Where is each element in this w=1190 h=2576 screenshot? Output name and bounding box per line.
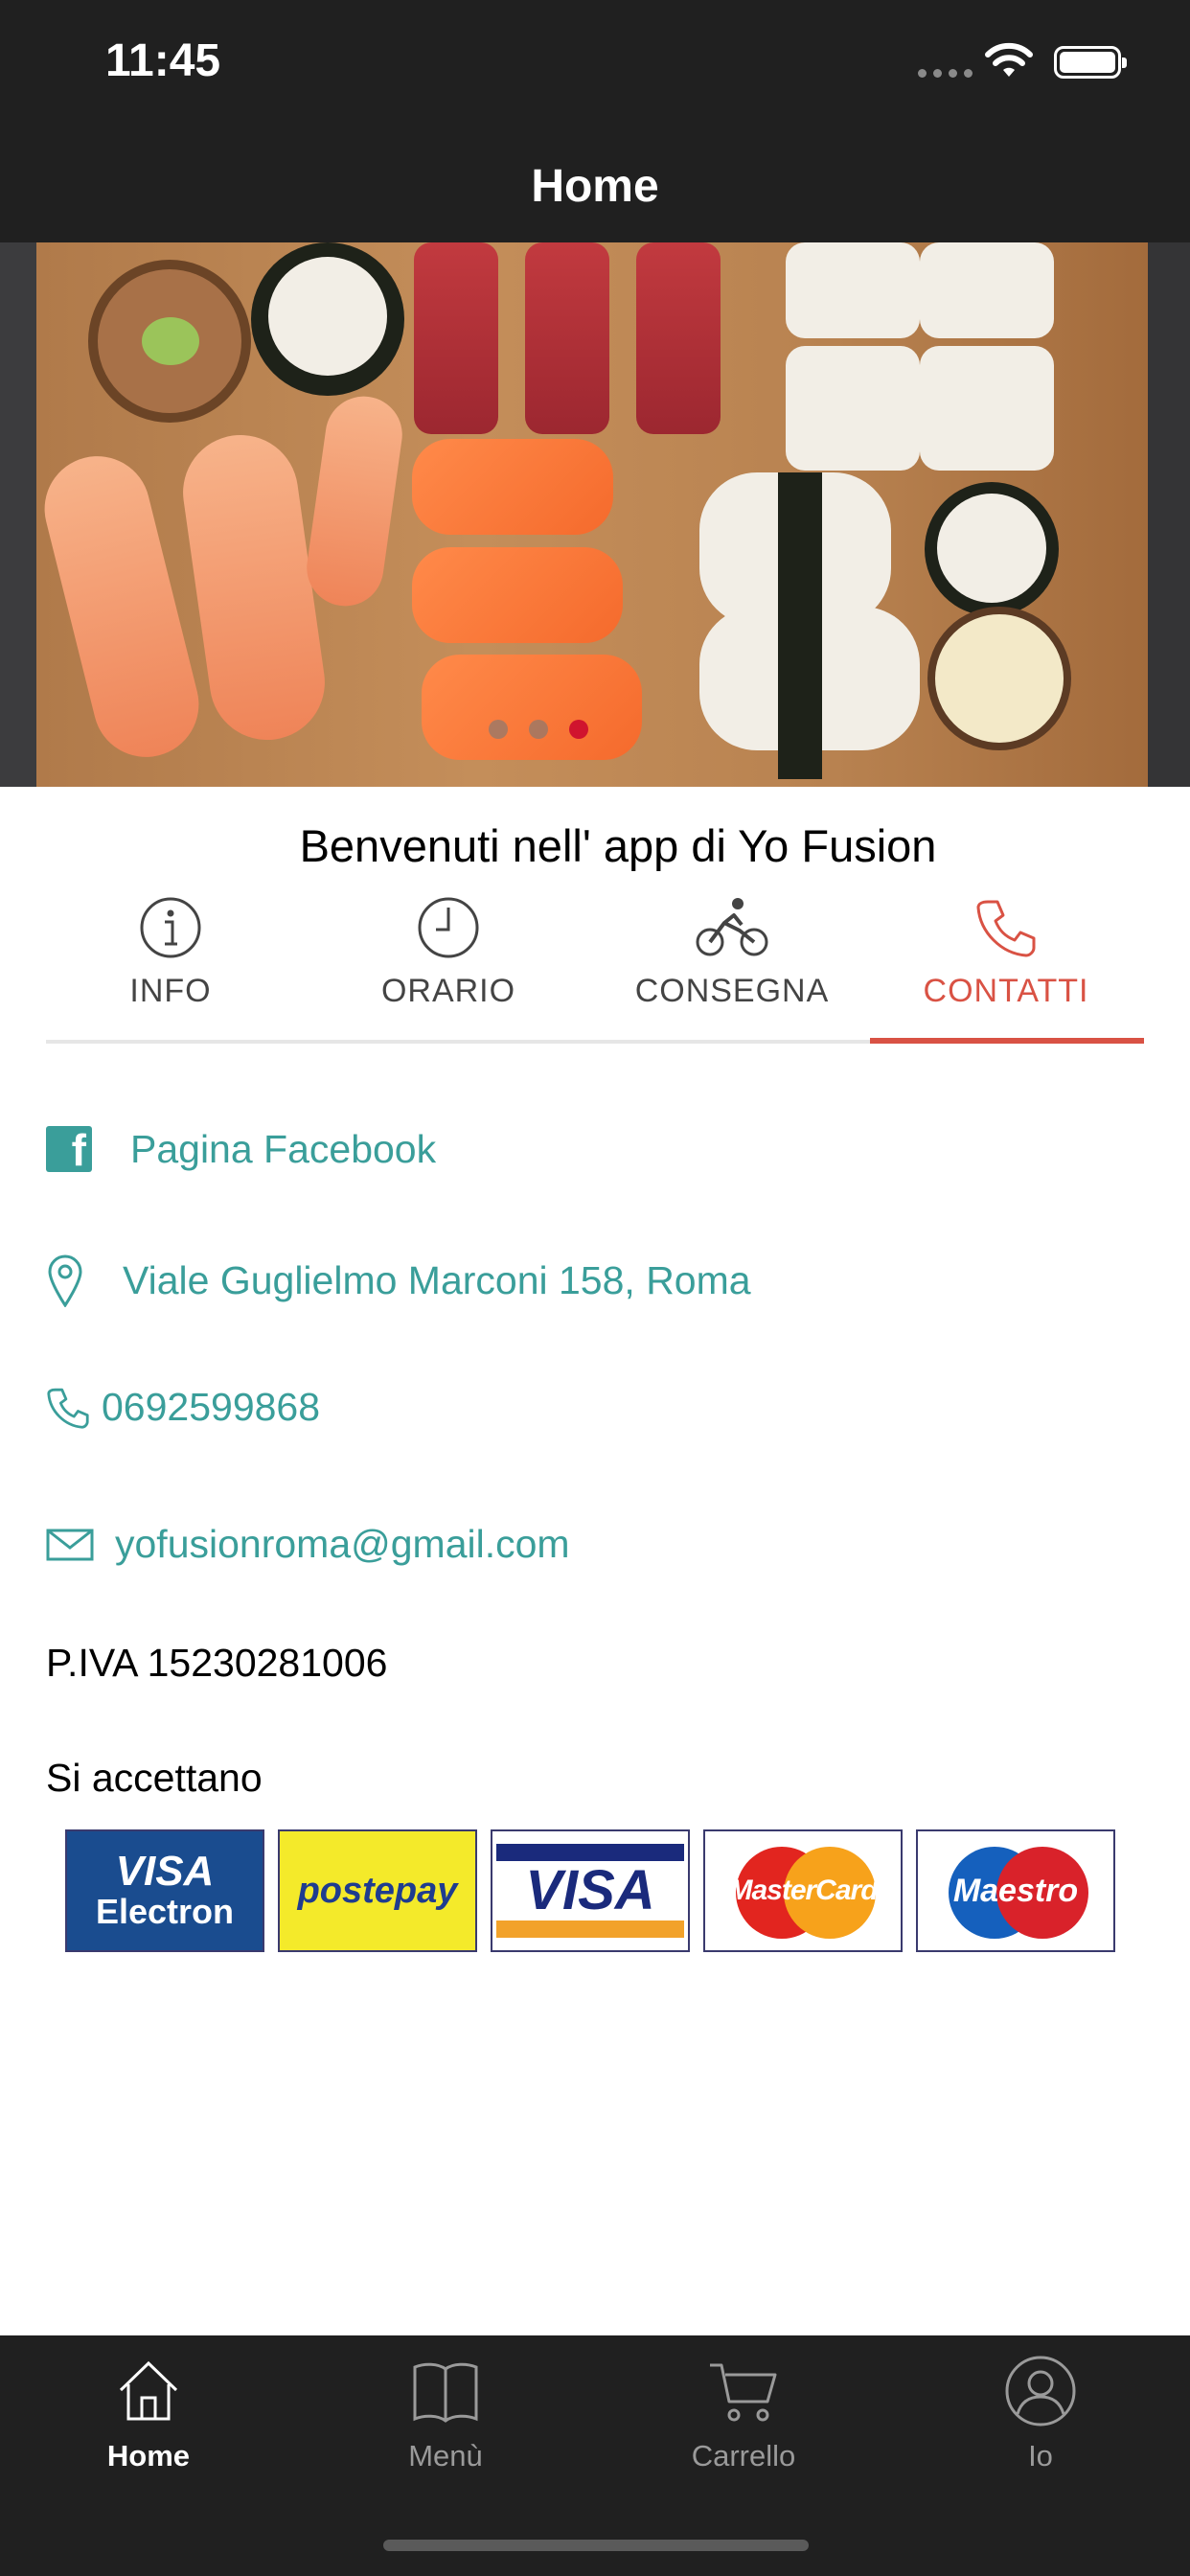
bottom-tab-menu[interactable]: Menù — [350, 2353, 541, 2473]
phone-icon — [976, 900, 1036, 957]
uramaki — [920, 346, 1054, 471]
visa-text: VISA — [525, 1859, 655, 1921]
info-icon — [140, 897, 201, 958]
email-label: yofusionroma@gmail.com — [115, 1522, 570, 1566]
uramaki — [786, 242, 920, 338]
bottom-tab-home[interactable]: Home — [53, 2353, 244, 2473]
bottom-tab-home-label: Home — [106, 2439, 191, 2472]
map-pin-icon — [48, 1254, 82, 1307]
uramaki — [920, 242, 1054, 338]
status-time: 11:45 — [105, 35, 221, 86]
tab-consegna[interactable]: CONSEGNA — [607, 896, 857, 1010]
user-icon — [1005, 2356, 1076, 2426]
home-icon — [119, 2360, 178, 2421]
home-indicator[interactable] — [383, 2540, 809, 2551]
email-link[interactable]: yofusionroma@gmail.com — [46, 1522, 570, 1567]
visa-electron-line2: Electron — [95, 1892, 235, 1931]
bottom-tab-cart-label: Carrello — [691, 2439, 796, 2472]
tab-consegna-label: CONSEGNA — [634, 973, 830, 1009]
uramaki — [786, 346, 920, 471]
postepay-text: postepay — [297, 1870, 458, 1911]
tab-contatti[interactable]: CONTATTI — [881, 896, 1131, 1010]
carousel-page-indicator[interactable] — [489, 720, 588, 739]
phone-icon — [47, 1388, 89, 1429]
facebook-link[interactable]: f Pagina Facebook — [46, 1125, 437, 1175]
bottom-tab-cart[interactable]: Carrello — [648, 2353, 839, 2473]
active-tab-indicator — [870, 1038, 1144, 1044]
salmon-nigiri — [412, 439, 613, 535]
bicycle-icon — [696, 898, 768, 956]
cart-icon — [710, 2363, 777, 2422]
cellular-signal-icon — [918, 69, 973, 78]
maestro-logo: Maestro — [916, 1829, 1115, 1952]
accepted-payments-label: Si accettano — [46, 1756, 263, 1800]
address-label: Viale Guglielmo Marconi 158, Roma — [123, 1257, 751, 1302]
wasabi — [142, 317, 199, 365]
vat-number: P.IVA 15230281006 — [46, 1641, 388, 1685]
battery-icon — [1054, 46, 1127, 79]
facebook-link-label: Pagina Facebook — [130, 1126, 437, 1171]
shrimp-nigiri — [175, 427, 332, 748]
tab-orario[interactable]: ORARIO — [324, 896, 573, 1010]
mastercard-logo: MasterCard — [703, 1829, 903, 1952]
phone-link[interactable]: 0692599868 — [46, 1385, 320, 1430]
tuna-nigiri — [414, 242, 498, 434]
visa-logo: VISA — [491, 1829, 690, 1952]
book-icon — [413, 2362, 478, 2423]
salmon-nigiri — [412, 547, 623, 643]
shrimp-nigiri — [302, 391, 407, 611]
maestro-text: Maestro — [952, 1872, 1079, 1909]
salmon-nigiri — [422, 655, 642, 760]
carousel-dot-active[interactable] — [569, 720, 588, 739]
tab-orario-label: ORARIO — [380, 973, 516, 1009]
bottom-tab-profile-label: Io — [1028, 2439, 1053, 2472]
payment-cards: VISA Electron postepay VISA MasterCard M… — [65, 1829, 1115, 1952]
visa-electron-line1: VISA — [115, 1848, 215, 1895]
phone-label: 0692599868 — [102, 1385, 321, 1429]
ginger-dish — [927, 607, 1071, 750]
facebook-icon: f — [46, 1125, 92, 1175]
nori-strip — [778, 472, 822, 779]
address-link[interactable]: Viale Guglielmo Marconi 158, Roma — [46, 1254, 751, 1307]
carousel-dot[interactable] — [489, 720, 508, 739]
maki-rice — [937, 494, 1046, 603]
visa-electron-logo: VISA Electron — [65, 1829, 264, 1952]
bottom-tab-menu-label: Menù — [408, 2439, 483, 2472]
tab-info-label: INFO — [129, 973, 212, 1009]
tab-info[interactable]: INFO — [46, 896, 295, 1010]
tuna-nigiri — [525, 242, 609, 434]
mastercard-text: MasterCard — [728, 1874, 878, 1906]
tab-contatti-label: CONTATTI — [923, 973, 1089, 1009]
postepay-logo: postepay — [278, 1829, 477, 1952]
carousel-dot[interactable] — [529, 720, 548, 739]
tuna-nigiri — [636, 242, 721, 434]
mail-icon — [46, 1529, 94, 1560]
welcome-text: Benvenuti nell' app di Yo Fusion — [299, 820, 937, 871]
status-bar: 11:45 — [0, 0, 1190, 129]
navigation-bar: Home — [0, 129, 1190, 242]
clock-icon — [418, 897, 479, 958]
wifi-icon — [985, 42, 1033, 77]
maki-rice — [268, 257, 387, 376]
hero-carousel-image[interactable] — [0, 242, 1190, 787]
page-title: Home — [531, 161, 659, 212]
bottom-tab-profile[interactable]: Io — [945, 2353, 1136, 2473]
